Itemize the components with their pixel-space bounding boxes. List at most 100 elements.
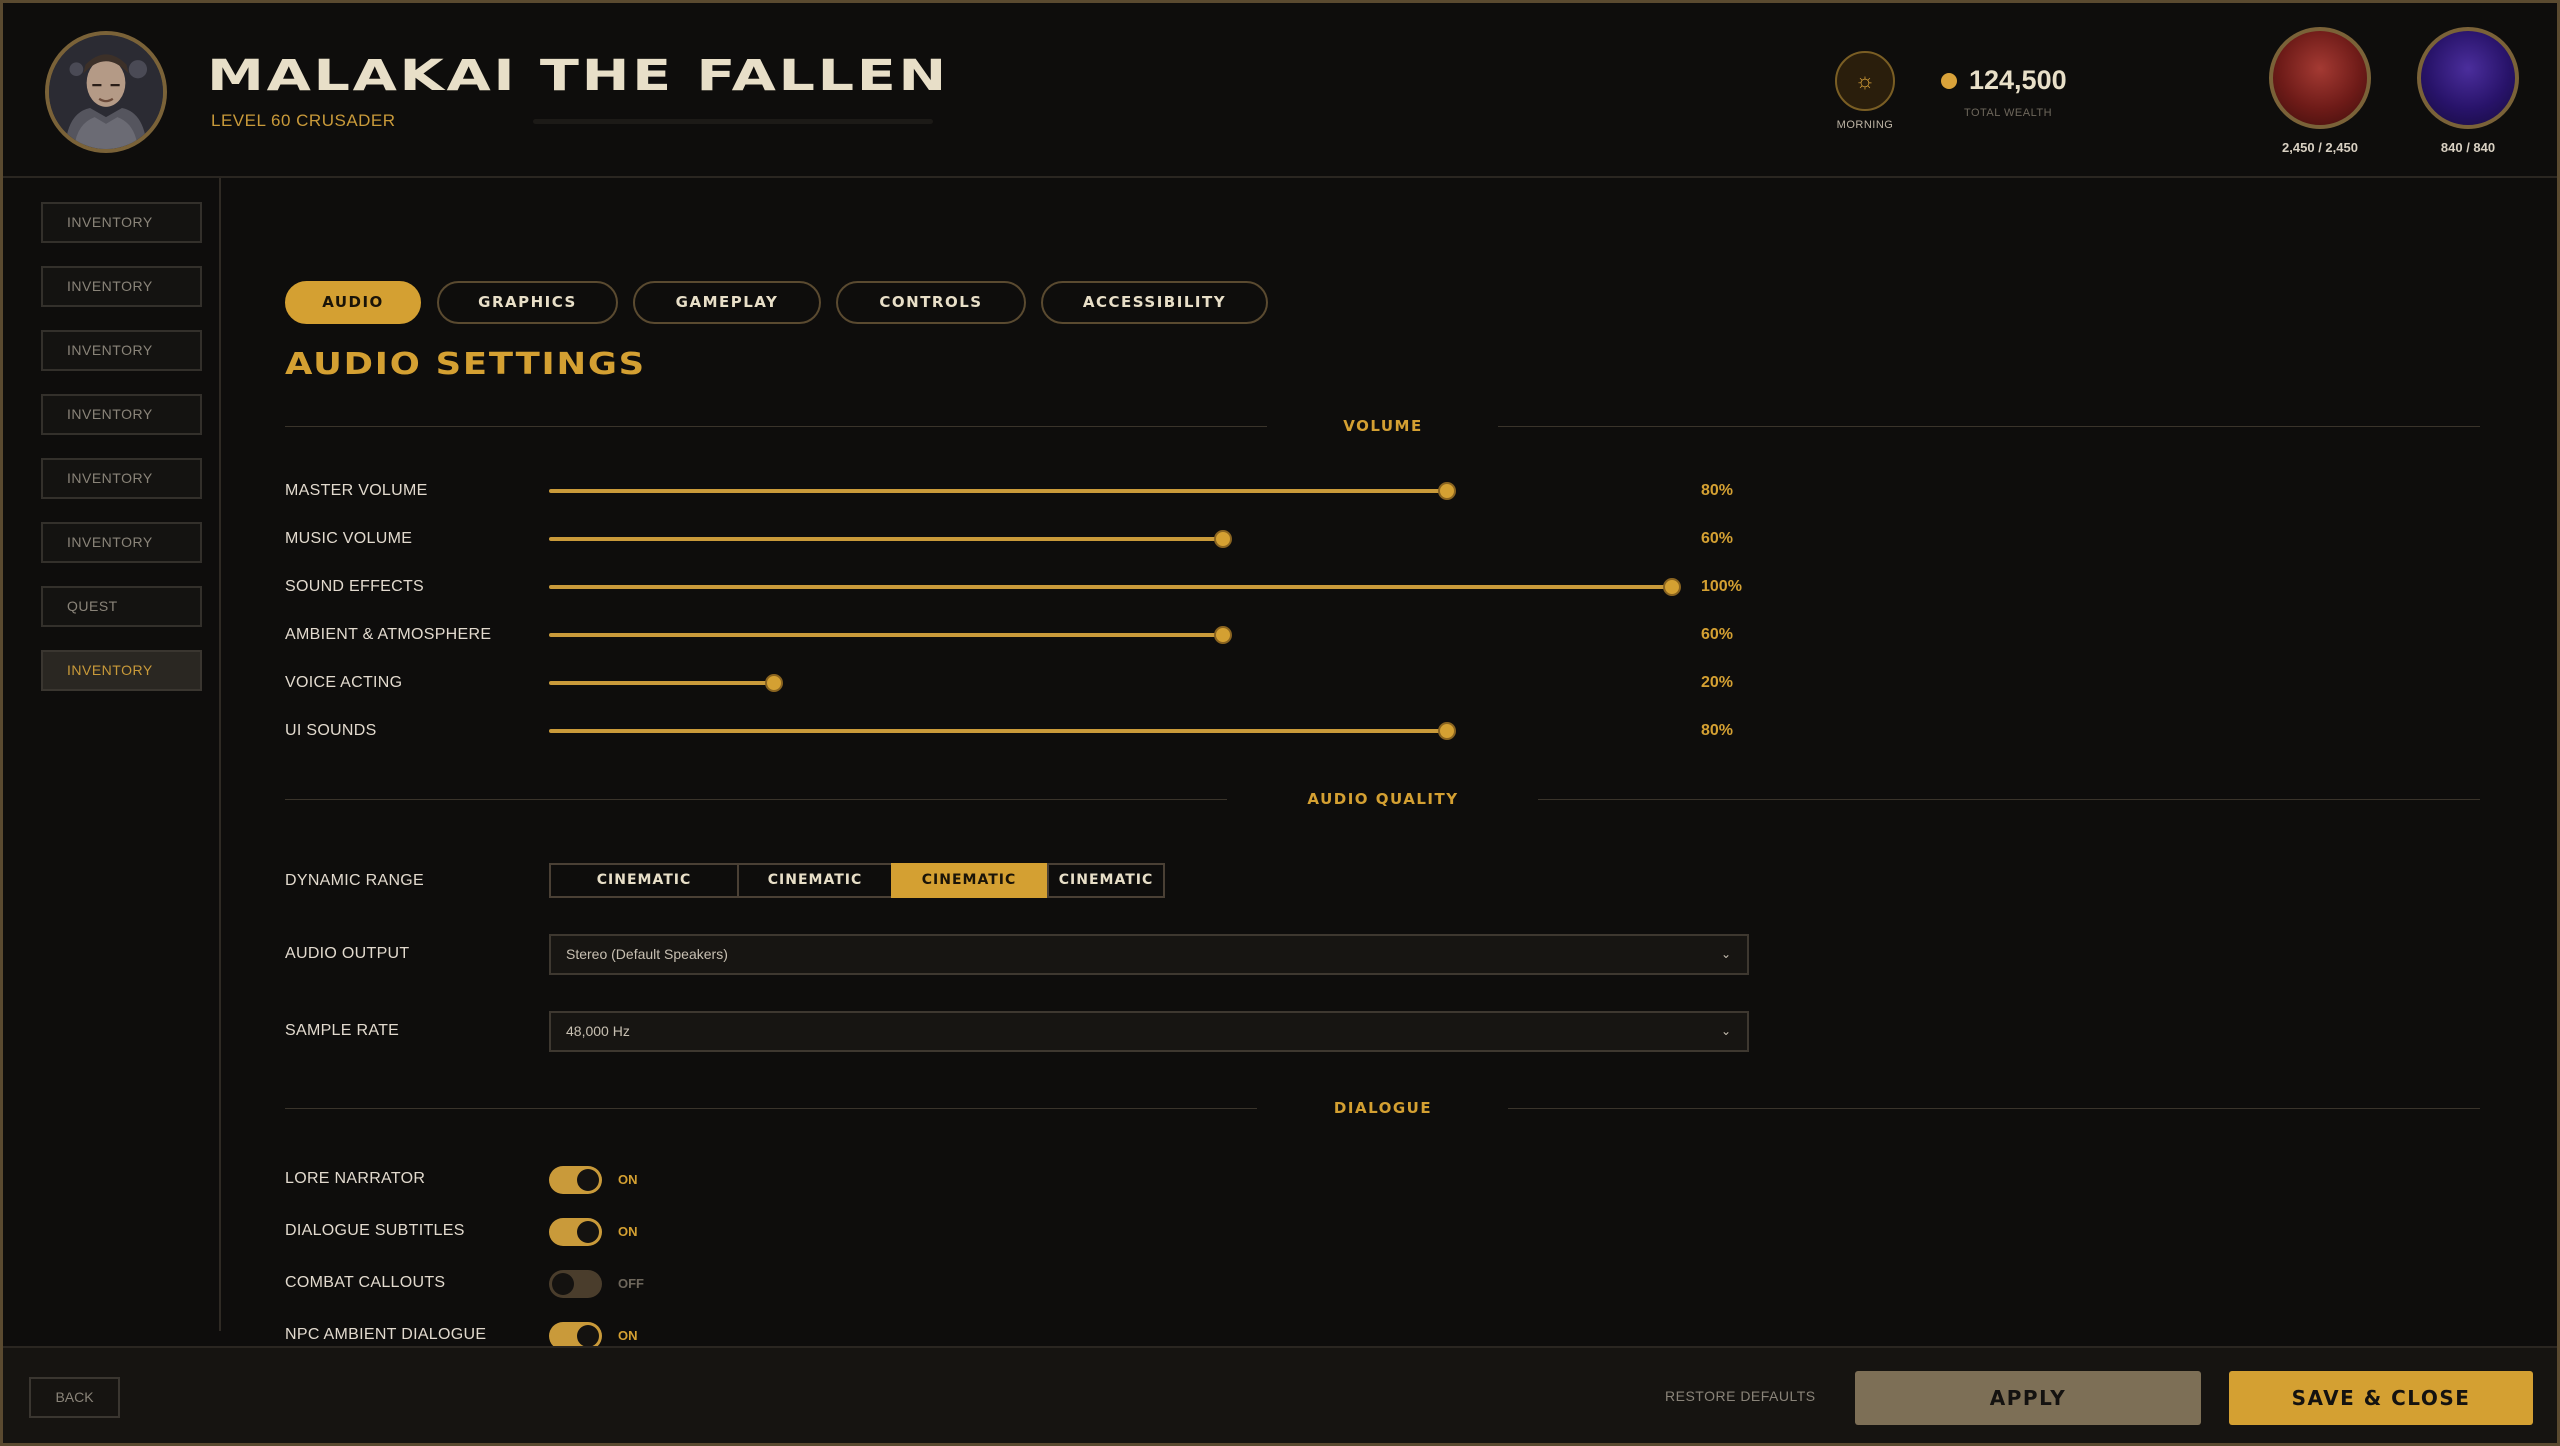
toggle-knob [552,1273,574,1295]
sidebar-item-inventory[interactable]: INVENTORY [41,458,202,499]
dynamic-range-option[interactable]: CINEMATIC [737,863,893,898]
toggle-knob [577,1221,599,1243]
sample-rate-label: SAMPLE RATE [285,1022,400,1039]
slider-fill [549,681,774,685]
dialogue-toggle-label: COMBAT CALLOUTS [285,1274,446,1291]
slider-fill [549,537,1223,541]
dynamic-range-option[interactable]: CINEMATIC [549,863,739,898]
experience-bar [533,119,933,124]
audio-output-label: AUDIO OUTPUT [285,945,410,962]
dynamic-range-option[interactable]: CINEMATIC [1047,863,1165,898]
gold-coin-icon [1941,73,1957,89]
volume-slider[interactable] [549,673,1672,693]
slider-thumb[interactable] [765,674,783,692]
audio-output-value: Stereo (Default Speakers) [566,946,728,962]
sidebar-item-inventory[interactable]: INVENTORY [41,394,202,435]
divider-line [285,799,1227,800]
slider-fill [549,489,1447,493]
slider-fill [549,729,1447,733]
sample-rate-select[interactable]: 48,000 Hz ⌄ [549,1011,1749,1052]
volume-slider-label: AMBIENT & ATMOSPHERE [285,626,492,643]
toggle-state-text: ON [618,1328,638,1343]
volume-slider[interactable] [549,481,1672,501]
health-value: 2,450 / 2,450 [2282,140,2358,155]
slider-thumb[interactable] [1214,530,1232,548]
slider-thumb[interactable] [1438,722,1456,740]
toggle-knob [577,1169,599,1191]
tab-accessibility[interactable]: ACCESSIBILITY [1041,281,1268,324]
toggle-state-text: ON [618,1224,638,1239]
volume-slider-label: SOUND EFFECTS [285,578,425,595]
volume-slider-value: 60% [1701,626,1734,643]
volume-slider-label: UI SOUNDS [285,722,377,739]
save-and-close-button[interactable]: SAVE & CLOSE [2229,1371,2533,1425]
divider-line [1538,799,2480,800]
volume-heading: VOLUME [1343,417,1423,435]
volume-slider-value: 60% [1701,530,1734,547]
sidebar-item-inventory[interactable]: INVENTORY [41,202,202,243]
sidebar-item-inventory[interactable]: INVENTORY [41,522,202,563]
character-name: MALAKAI THE FALLEN [207,51,949,101]
slider-thumb[interactable] [1438,482,1456,500]
sidebar-nav: INVENTORY INVENTORY INVENTORY INVENTORY … [3,178,221,1331]
dialogue-toggle-label: NPC AMBIENT DIALOGUE [285,1326,487,1343]
tab-controls[interactable]: CONTROLS [836,281,1026,324]
slider-thumb[interactable] [1214,626,1232,644]
tab-audio[interactable]: AUDIO [285,281,421,324]
sidebar-item-inventory[interactable]: INVENTORY [41,266,202,307]
dialogue-toggle-switch[interactable] [549,1270,602,1298]
time-of-day-label: MORNING [1836,119,1894,131]
dynamic-range-label: DYNAMIC RANGE [285,872,425,889]
dialogue-toggle-label: LORE NARRATOR [285,1170,426,1187]
divider-line [285,426,1267,427]
volume-slider[interactable] [549,529,1672,549]
toggle-knob [577,1325,599,1347]
volume-slider-label: MASTER VOLUME [285,482,428,499]
slider-fill [549,585,1672,589]
dialogue-toggle-switch[interactable] [549,1218,602,1246]
restore-defaults-button[interactable]: RESTORE DEFAULTS [1665,1388,1816,1404]
sidebar-item-quest[interactable]: QUEST [41,586,202,627]
tab-gameplay[interactable]: GAMEPLAY [633,281,821,324]
audio-quality-heading: AUDIO QUALITY [1307,790,1459,808]
gold-label: TOTAL WEALTH [1963,107,2053,119]
health-orb [2269,27,2371,129]
volume-slider-value: 100% [1701,578,1742,595]
warrior-portrait-icon [49,35,163,149]
game-settings-screen: MALAKAI THE FALLEN LEVEL 60 CRUSADER ☼ M… [0,0,2560,1446]
mana-orb [2417,27,2519,129]
volume-slider-label: VOICE ACTING [285,674,403,691]
section-title: AUDIO SETTINGS [285,347,646,382]
character-header: MALAKAI THE FALLEN LEVEL 60 CRUSADER ☼ M… [3,3,2557,178]
volume-slider[interactable] [549,577,1681,597]
slider-thumb[interactable] [1663,578,1681,596]
sidebar-item-inventory-active[interactable]: INVENTORY [41,650,202,691]
apply-button[interactable]: APPLY [1855,1371,2201,1425]
divider-line [285,1108,1257,1109]
divider-line [1508,1108,2480,1109]
volume-slider-label: MUSIC VOLUME [285,530,413,547]
mana-value: 840 / 840 [2440,140,2496,155]
character-level: LEVEL 60 CRUSADER [211,111,396,130]
volume-slider-value: 80% [1701,722,1734,739]
volume-slider[interactable] [549,721,1672,741]
chevron-down-icon: ⌄ [1720,947,1731,961]
audio-output-select[interactable]: Stereo (Default Speakers) ⌄ [549,934,1749,975]
sidebar-item-inventory[interactable]: INVENTORY [41,330,202,371]
volume-slider-value: 80% [1701,482,1734,499]
volume-slider[interactable] [549,625,1672,645]
slider-fill [549,633,1223,637]
chevron-down-icon: ⌄ [1720,1024,1731,1038]
back-button[interactable]: BACK [29,1377,120,1418]
tab-graphics[interactable]: GRAPHICS [437,281,618,324]
sun-icon: ☼ [1835,51,1895,111]
toggle-state-text: ON [618,1172,638,1187]
dialogue-heading: DIALOGUE [1333,1099,1433,1117]
dialogue-toggle-label: DIALOGUE SUBTITLES [285,1222,465,1239]
gold-amount: 124,500 [1969,65,2067,95]
sample-rate-value: 48,000 Hz [566,1023,630,1039]
character-portrait[interactable] [45,31,167,153]
dynamic-range-option-selected[interactable]: CINEMATIC [891,863,1047,898]
dialogue-toggle-switch[interactable] [549,1166,602,1194]
divider-line [1498,426,2480,427]
